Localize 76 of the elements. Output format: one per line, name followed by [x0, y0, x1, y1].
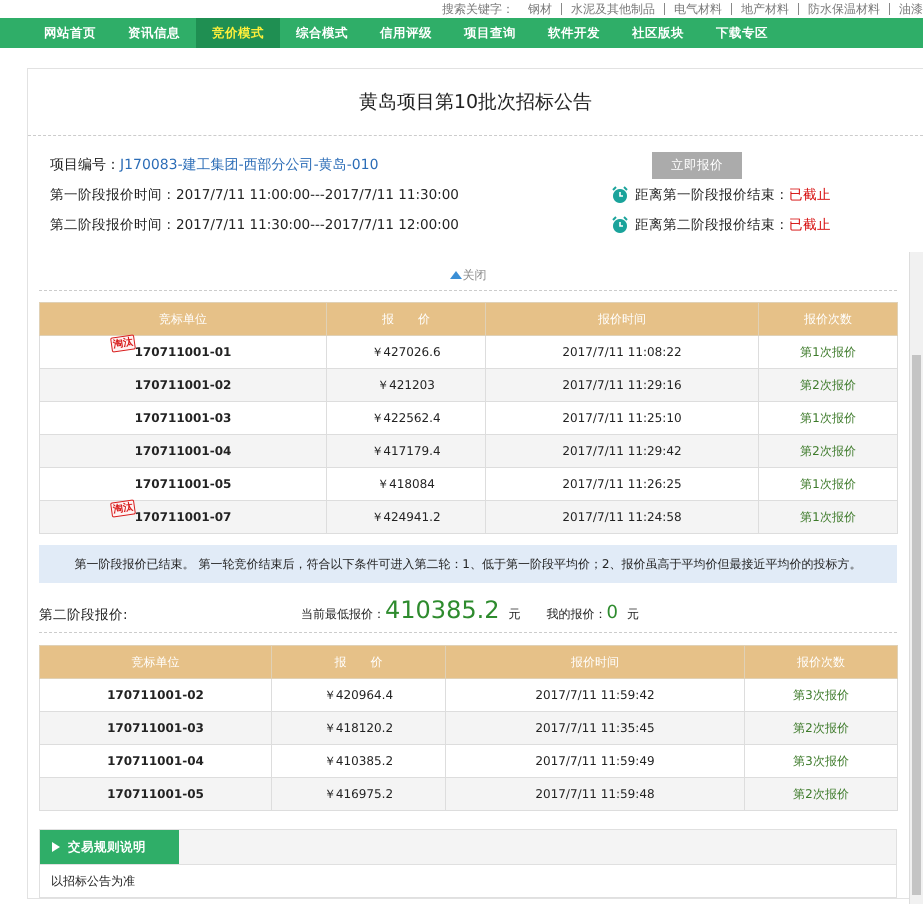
- play-icon: [52, 842, 60, 852]
- alarm-clock-icon: [611, 216, 629, 234]
- lowest-price-label: 当前最低报价：: [301, 606, 385, 623]
- lowest-price-value: 410385.2: [385, 596, 500, 624]
- table-cell: 2017/7/11 11:24:58: [486, 500, 758, 534]
- nav-tab[interactable]: 竞价模式: [196, 18, 280, 48]
- keyword-link[interactable]: 地产材料: [731, 3, 789, 15]
- nav-tab[interactable]: 网站首页: [28, 18, 112, 48]
- nav-tab[interactable]: 软件开发: [532, 18, 616, 48]
- scrollbar[interactable]: [909, 252, 923, 904]
- bidder-id: 170711001-05: [107, 787, 204, 801]
- column-header: 报价时间: [446, 646, 744, 678]
- table-cell: 2017/7/11 11:59:48: [446, 778, 744, 810]
- project-number: 项目编号：J170083-建工集团-西部分公司-黄岛-010: [50, 156, 380, 174]
- notice-banner: 第一阶段报价已结束。 第一轮竞价结束后，符合以下条件可进入第二轮：1、低于第一阶段平均价；2、报价虽高于平均价但最接近平均价的投标方。: [39, 545, 897, 583]
- currency-unit: 元: [508, 606, 521, 623]
- table-cell: 第2次报价: [744, 712, 898, 744]
- table-cell: 第2次报价: [758, 368, 898, 402]
- collapse-toggle[interactable]: 关闭: [450, 266, 486, 284]
- column-header: 竞标单位: [40, 646, 272, 678]
- column-header: 报价次数: [758, 302, 898, 336]
- my-price-label: 我的报价：: [546, 606, 607, 623]
- table-cell: ￥421203: [326, 368, 486, 402]
- currency-unit: 元: [626, 606, 639, 623]
- nav-tab[interactable]: 项目查询: [448, 18, 532, 48]
- alarm-clock-icon: [611, 186, 629, 204]
- nav-tab[interactable]: 下载专区: [700, 18, 784, 48]
- bidder-id: 170711001-07: [134, 510, 232, 524]
- nav-tab[interactable]: 综合模式: [280, 18, 364, 48]
- table-cell: ￥418120.2: [272, 712, 446, 744]
- eliminated-stamp: 淘汰: [110, 499, 136, 518]
- column-header: 报价时间: [486, 302, 758, 336]
- table-cell: 第1次报价: [758, 500, 898, 534]
- rules-text: 以招标公告为准: [50, 873, 136, 890]
- countdown-status: 已截止: [789, 186, 831, 204]
- keyword-link[interactable]: 水泥及其他制品: [561, 3, 655, 15]
- eliminated-stamp: 淘汰: [110, 334, 136, 353]
- column-header: 竞标单位: [40, 302, 326, 336]
- bid-button[interactable]: 立即报价: [652, 152, 742, 178]
- table-cell: ￥416975.2: [272, 778, 446, 810]
- rules-tab[interactable]: 交易规则说明: [40, 830, 179, 864]
- table-cell: 2017/7/11 11:29:16: [486, 368, 758, 402]
- column-header: 报 价: [326, 302, 486, 336]
- bidder-id: 170711001-02: [134, 378, 232, 392]
- keyword-link[interactable]: 油漆: [889, 3, 923, 15]
- nav-tab[interactable]: 信用评级: [364, 18, 448, 48]
- stage-time: 第一阶段报价时间：2017/7/11 11:00:00---2017/7/11 11:30:00: [50, 186, 460, 204]
- table-cell: 2017/7/11 11:29:42: [486, 434, 758, 468]
- keyword-link[interactable]: 电气材料: [664, 3, 722, 15]
- table-cell: ￥417179.4: [326, 434, 486, 468]
- keyword-link[interactable]: 防水保温材料: [798, 3, 880, 15]
- search-keywords-label: 搜索关键字：: [442, 0, 514, 18]
- bidder-id: 170711001-03: [107, 721, 204, 735]
- stage-time: 第二阶段报价时间：2017/7/11 11:30:00---2017/7/11 12:00:00: [50, 216, 460, 234]
- my-price-value: 0: [606, 602, 618, 623]
- countdown-label: 距离第一阶段报价结束：: [635, 186, 789, 204]
- table-cell: 2017/7/11 11:35:45: [446, 712, 744, 744]
- bidder-id: 170711001-04: [107, 754, 204, 768]
- bidder-id: 170711001-01: [134, 345, 232, 359]
- nav-tab[interactable]: 社区版块: [616, 18, 700, 48]
- tab-label: 交易规则说明: [68, 838, 146, 856]
- table-cell: ￥424941.2: [326, 500, 486, 534]
- column-header: 报价次数: [744, 646, 898, 678]
- bidder-id: 170711001-03: [134, 411, 232, 425]
- keyword-link[interactable]: 钢材: [528, 0, 552, 18]
- bidder-id: 170711001-05: [134, 477, 232, 491]
- table-cell: 第2次报价: [744, 778, 898, 810]
- page-title: 黄岛项目第10批次招标公告: [28, 69, 923, 136]
- countdown-status: 已截止: [789, 216, 831, 234]
- stage-two-label: 第二阶段报价:: [39, 606, 129, 624]
- nav-tab[interactable]: 资讯信息: [112, 18, 196, 48]
- bidder-id: 170711001-02: [107, 688, 204, 702]
- bidder-id: 170711001-04: [134, 444, 232, 458]
- countdown-label: 距离第二阶段报价结束：: [635, 216, 789, 234]
- column-header: 报 价: [272, 646, 446, 678]
- table-cell: 第2次报价: [758, 434, 898, 468]
